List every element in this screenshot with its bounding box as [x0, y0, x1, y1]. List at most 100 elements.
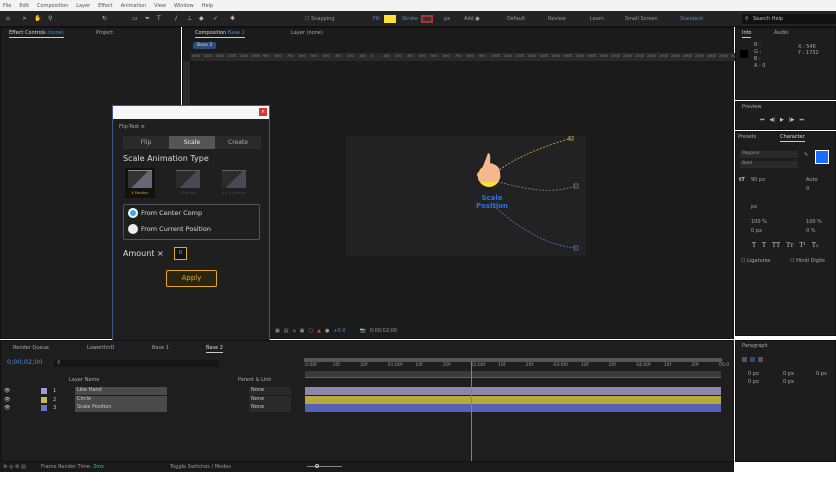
work-area-bar[interactable]: [304, 358, 722, 362]
ligatures-checkbox[interactable]: ☐ Ligatures: [741, 258, 770, 264]
tab-composition[interactable]: Composition Base 2: [195, 30, 245, 38]
workspace-default[interactable]: Default: [507, 16, 525, 22]
tab-base-2[interactable]: Base 2: [206, 345, 223, 353]
last-frame-icon[interactable]: ⏭: [799, 117, 804, 123]
add-button[interactable]: Add ●: [464, 16, 480, 22]
next-frame-icon[interactable]: |▶: [789, 117, 795, 123]
mask-icon[interactable]: ⌂: [292, 328, 295, 334]
layer-duration-bar[interactable]: [305, 404, 721, 412]
type-xy-position[interactable]: X & Y Position: [219, 168, 249, 198]
rectangle-tool-icon[interactable]: ▭: [132, 15, 138, 22]
tab-effect-controls[interactable]: Effect Controls (none): [9, 30, 64, 38]
layer-search-input[interactable]: ⚲: [54, 360, 219, 367]
indent-right[interactable]: 0 px: [783, 371, 794, 377]
visibility-eye-icon[interactable]: 👁: [4, 388, 10, 394]
label-color[interactable]: [41, 405, 47, 411]
menu-animation[interactable]: Animation: [121, 3, 147, 9]
tab-render-queue[interactable]: Render Queue: [13, 345, 49, 351]
small-caps-button[interactable]: Tт: [786, 242, 793, 249]
zoom-tool-icon[interactable]: ⚲: [48, 15, 52, 22]
timecode-readout[interactable]: 0;00;02;00: [370, 328, 397, 334]
apply-button[interactable]: Apply: [166, 270, 217, 287]
transparency-icon[interactable]: ▣: [300, 328, 305, 334]
exposure-value[interactable]: +0.0: [333, 328, 345, 334]
faux-bold-button[interactable]: T: [752, 242, 756, 249]
region-of-interest-icon[interactable]: ▣: [275, 328, 280, 334]
layer-name[interactable]: Circle: [75, 395, 167, 404]
snapshot-camera-icon[interactable]: 📷: [360, 328, 366, 334]
indent-left[interactable]: 0 px: [748, 371, 759, 377]
hand-tool-icon[interactable]: ✋: [34, 15, 41, 22]
tab-info[interactable]: Info: [742, 30, 752, 38]
eyedropper-icon[interactable]: ✎: [804, 152, 808, 158]
tab-flip[interactable]: Flip: [123, 136, 169, 149]
roto-tool-icon[interactable]: ✓: [213, 15, 218, 22]
rotate-tool-icon[interactable]: ↻: [102, 15, 107, 22]
parent-dropdown[interactable]: None: [249, 404, 291, 412]
workspace-review[interactable]: Review: [548, 16, 566, 22]
comp-breadcrumb[interactable]: Base 2: [193, 42, 217, 49]
brush-tool-icon[interactable]: /: [175, 15, 177, 22]
menu-window[interactable]: Window: [174, 3, 194, 9]
menu-file[interactable]: File: [3, 3, 11, 9]
close-button[interactable]: ×: [259, 108, 267, 116]
fill-swatch[interactable]: [384, 15, 396, 23]
menu-effect[interactable]: Effect: [98, 3, 112, 9]
selection-tool-icon[interactable]: ➤: [22, 15, 27, 22]
text-fill-color-swatch[interactable]: [815, 150, 829, 164]
layer-duration-bar[interactable]: [305, 387, 721, 395]
tab-lowerthird[interactable]: LowerthirD: [87, 345, 114, 351]
layer-row[interactable]: 👁 3 Scale Position None: [1, 404, 301, 412]
parent-dropdown[interactable]: None: [249, 395, 291, 404]
color-channels-icon[interactable]: ▲: [317, 328, 321, 334]
vertical-scale-value[interactable]: 100 %: [751, 219, 767, 225]
type-x-position[interactable]: X Position: [125, 168, 155, 198]
layer-duration-bar[interactable]: [305, 395, 721, 404]
tab-audio[interactable]: Audio: [774, 30, 788, 36]
horizontal-scale-value[interactable]: 100 %: [806, 219, 822, 225]
baseline-shift-value[interactable]: 0 px: [751, 228, 762, 234]
space-after[interactable]: 0 px: [783, 379, 794, 385]
3d-view-icon[interactable]: ▢: [308, 328, 313, 334]
clone-tool-icon[interactable]: ⊥: [187, 15, 192, 22]
layer-name[interactable]: Scale Position: [75, 404, 167, 412]
workspace-learn[interactable]: Learn: [590, 16, 604, 22]
radio-from-current-position[interactable]: [128, 224, 138, 234]
puppet-tool-icon[interactable]: ✱: [230, 15, 235, 22]
stroke-swatch[interactable]: [421, 15, 433, 23]
label-color[interactable]: [41, 396, 47, 403]
leading-value[interactable]: Auto: [806, 177, 818, 183]
tab-scale[interactable]: Scale: [169, 136, 215, 149]
align-left-button[interactable]: [742, 357, 747, 362]
type-tool-icon[interactable]: T: [157, 15, 161, 22]
tab-layer[interactable]: Layer (none): [291, 30, 323, 36]
font-family-dropdown[interactable]: Poppins: [740, 151, 798, 158]
align-center-button[interactable]: [750, 357, 755, 362]
grid-icon[interactable]: ▤: [284, 328, 289, 334]
tsume-value[interactable]: 0 %: [806, 228, 816, 234]
pen-tool-icon[interactable]: ✒: [145, 15, 150, 22]
menu-composition[interactable]: Composition: [37, 3, 68, 9]
play-icon[interactable]: ▶: [780, 117, 784, 123]
faux-italic-button[interactable]: T: [762, 242, 766, 249]
workspace-small-screen[interactable]: Small Screen: [625, 16, 658, 22]
menu-layer[interactable]: Layer: [76, 3, 90, 9]
zoom-slider[interactable]: [307, 464, 342, 468]
tracking-value[interactable]: 0: [806, 186, 809, 192]
snapping-checkbox[interactable]: ☐ Snapping: [305, 16, 335, 22]
hindi-digits-checkbox[interactable]: ☐ Hindi Digits: [790, 258, 825, 264]
font-style-dropdown[interactable]: Bold: [740, 161, 798, 168]
first-frame-icon[interactable]: ⏮: [760, 117, 765, 123]
tab-base-1[interactable]: Base 1: [152, 345, 169, 351]
space-before[interactable]: 0 px: [748, 379, 759, 385]
radio-from-center-comp[interactable]: [128, 208, 138, 218]
indent-first[interactable]: 0 px: [816, 371, 827, 377]
visibility-eye-icon[interactable]: 👁: [4, 397, 10, 403]
align-right-button[interactable]: [758, 357, 763, 362]
toggle-switches-modes[interactable]: Toggle Switches / Modes: [170, 464, 231, 470]
status-icons[interactable]: ⚙ ◎ ⚙ ▤: [3, 464, 26, 470]
tab-project[interactable]: Project: [96, 30, 113, 36]
exposure-icon[interactable]: ●: [325, 328, 329, 334]
type-y-position[interactable]: Y Position: [173, 168, 203, 198]
tab-presets[interactable]: Presets: [738, 134, 756, 140]
